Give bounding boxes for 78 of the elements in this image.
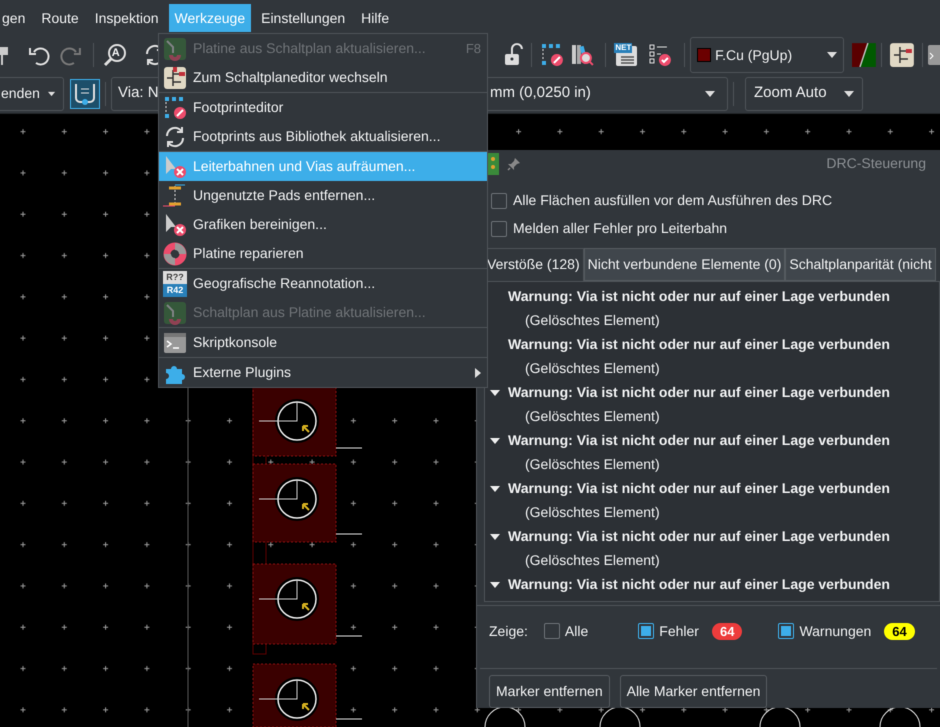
- checkbox[interactable]: [778, 623, 794, 640]
- action-button[interactable]: Alle Marker entfernen: [620, 675, 768, 708]
- footprint-editor-icon[interactable]: [540, 43, 564, 67]
- violation-item[interactable]: (Gelöschtes Element): [525, 406, 660, 428]
- checkbox-label: Melden aller Fehler pro Leiterbahn: [513, 219, 728, 238]
- violation-item[interactable]: (Gelöschtes Element): [525, 550, 660, 572]
- violation-title[interactable]: Warnung: Via ist nicht oder nur auf einer Lage verbunden: [508, 526, 890, 548]
- caret-icon: [48, 90, 55, 96]
- console-icon: [163, 330, 187, 354]
- menu-item[interactable]: gen: [0, 4, 32, 32]
- caret-icon: [844, 90, 854, 96]
- violation-title[interactable]: Warnung: Via ist nicht oder nur auf einer Lage verbunden: [508, 574, 890, 596]
- menu-item[interactable]: Skriptkonsole: [159, 328, 487, 357]
- violation-item[interactable]: (Gelöschtes Element): [525, 358, 660, 380]
- grid-dropdown[interactable]: mm (0,0250 in): [488, 76, 728, 110]
- footprint-editor-icon: [163, 96, 187, 120]
- menu-item[interactable]: Inspektion: [88, 4, 165, 32]
- count-badge: 64: [884, 622, 915, 640]
- layer-swatch-icon: [697, 48, 712, 62]
- checkbox[interactable]: [491, 192, 507, 209]
- expand-arrow-icon[interactable]: [490, 486, 500, 492]
- count-badge: 64: [712, 622, 742, 640]
- pin-icon[interactable]: [507, 156, 521, 171]
- violation-item[interactable]: (Gelöschtes Element): [525, 502, 660, 524]
- violation-title[interactable]: Warnung: Via ist nicht oder nur auf einer Lage verbunden: [508, 334, 890, 356]
- track-width-toggle[interactable]: [70, 78, 100, 108]
- checkbox[interactable]: [544, 623, 560, 640]
- repair-ring-icon: [163, 242, 187, 266]
- menu-item[interactable]: Footprints aus Bibliothek aktualisieren...: [159, 122, 487, 151]
- violation-item[interactable]: (Gelöschtes Element): [525, 454, 660, 476]
- pad-icon: [163, 184, 187, 208]
- track-width-dropdown[interactable]: enden: [0, 76, 64, 110]
- violation-title[interactable]: Warnung: Via ist nicht oder nur auf einer Lage verbunden: [508, 430, 890, 452]
- schematic-icon: [163, 66, 187, 90]
- action-button[interactable]: Marker entfernen: [489, 675, 610, 708]
- expand-arrow-icon[interactable]: [490, 534, 500, 540]
- menu-item[interactable]: Einstellungen: [255, 4, 352, 32]
- menu-item[interactable]: Hilfe: [355, 4, 396, 32]
- checkbox-label: Alle: [564, 622, 588, 641]
- expand-arrow-icon[interactable]: [490, 438, 500, 444]
- caret-icon: [705, 90, 715, 96]
- zoom-dropdown[interactable]: Zoom Auto: [745, 76, 863, 110]
- menu-item[interactable]: Externe Plugins: [159, 358, 487, 387]
- board-update-icon: [163, 300, 187, 324]
- caret-icon: [827, 52, 838, 58]
- checkbox-label: Warnungen: [799, 622, 872, 641]
- board-update-icon: [163, 36, 187, 60]
- checkbox-label: Alle Flächen ausfüllen vor dem Ausführen des DRC: [513, 191, 832, 210]
- filter-label: Zeige:: [489, 622, 528, 641]
- layer-pair-icon[interactable]: [852, 43, 876, 67]
- checkbox[interactable]: [491, 220, 507, 237]
- refresh-icon: [163, 124, 187, 148]
- cursor-delete-icon: [163, 154, 187, 178]
- tab[interactable]: Nicht verbundene Elemente (0): [584, 248, 786, 281]
- violation-title[interactable]: Warnung: Via ist nicht oder nur auf einer Lage verbunden: [508, 382, 890, 404]
- checklist-icon[interactable]: [648, 43, 672, 67]
- panel-title: DRC-Steuerung: [826, 154, 926, 174]
- menu-item[interactable]: Grafiken bereinigen...: [159, 210, 487, 239]
- violation-title[interactable]: Warnung: Via ist nicht oder nur auf einer Lage verbunden: [508, 286, 890, 308]
- board-icon: [487, 152, 499, 175]
- menu-item[interactable]: Footprinteditor: [159, 93, 487, 122]
- menu-item[interactable]: Zum Schaltplaneditor wechseln: [159, 63, 487, 92]
- checkbox-label: Fehler: [659, 622, 699, 641]
- library-search-icon[interactable]: [571, 43, 596, 67]
- expand-arrow-icon[interactable]: [490, 390, 500, 396]
- netlist-icon[interactable]: NET: [614, 43, 638, 67]
- tab[interactable]: Schaltplanparität (nicht: [785, 248, 936, 281]
- console-icon[interactable]: [928, 43, 940, 67]
- cursor-delete-icon: [163, 212, 187, 236]
- menu-item[interactable]: Route: [35, 4, 85, 32]
- menu-item[interactable]: Ungenutzte Pads entfernen...: [159, 181, 487, 210]
- violation-item[interactable]: (Gelöschtes Element): [525, 310, 660, 332]
- schematic-icon[interactable]: [890, 43, 914, 67]
- checkbox[interactable]: [638, 623, 654, 640]
- layer-dropdown[interactable]: F.Cu (PgUp): [690, 37, 844, 73]
- violation-title[interactable]: Warnung: Via ist nicht oder nur auf einer Lage verbunden: [508, 478, 890, 500]
- expand-arrow-icon[interactable]: [490, 582, 500, 588]
- menu-item[interactable]: R?? R42 Geografische Reannotation...: [159, 269, 487, 298]
